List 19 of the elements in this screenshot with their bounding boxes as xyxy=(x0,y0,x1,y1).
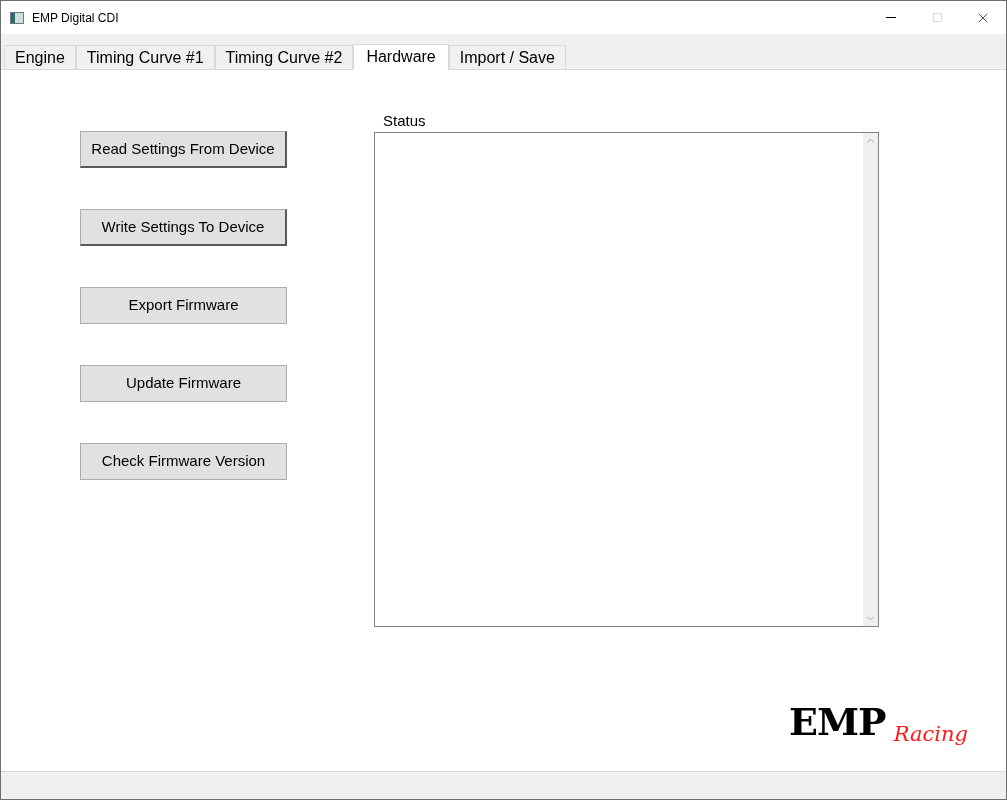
action-button[interactable]: Read Settings From Device xyxy=(80,131,287,168)
logo-brand: EMP xyxy=(788,703,886,741)
action-button[interactable]: Update Firmware xyxy=(80,365,287,402)
tab[interactable]: Timing Curve #1 xyxy=(75,45,215,69)
tab[interactable]: Timing Curve #2 xyxy=(214,45,354,69)
logo-tagline: Racing xyxy=(893,724,968,745)
app-icon xyxy=(10,11,24,24)
tab[interactable]: Engine xyxy=(4,45,76,69)
maximize-icon xyxy=(931,12,943,23)
status-text-area[interactable] xyxy=(374,132,879,627)
minimize-icon xyxy=(886,17,896,18)
scrollbar[interactable] xyxy=(863,133,878,626)
action-button[interactable]: Write Settings To Device xyxy=(80,209,287,246)
window-title: EMP Digital CDI xyxy=(32,9,119,27)
action-button[interactable]: Check Firmware Version xyxy=(80,443,287,480)
tab[interactable]: Hardware xyxy=(353,44,449,70)
status-label: Status xyxy=(383,112,427,130)
tab[interactable]: Import / Save xyxy=(448,45,566,69)
action-button[interactable]: Export Firmware xyxy=(80,287,287,324)
